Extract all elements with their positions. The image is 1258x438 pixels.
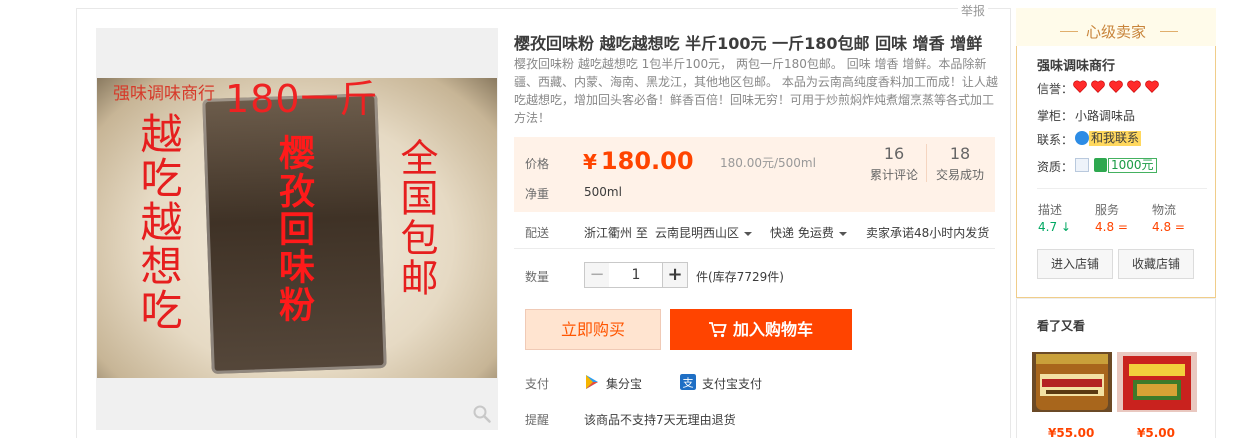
owner-label: 掌柜： bbox=[1037, 109, 1074, 123]
contact-label: 联系： bbox=[1037, 133, 1074, 147]
reminder-text: 该商品不支持7天无理由退货 bbox=[584, 413, 736, 427]
product-title: 樱孜回味粉 越吃越想吃 半斤100元 一斤180包邮 回味 增香 增鲜 bbox=[514, 34, 983, 53]
chevron-down-icon bbox=[744, 231, 753, 236]
product-page: 举报 强味调味商行 180一斤 越吃越想吃 樱孜回味粉 全国包邮 樱孜回味粉 越… bbox=[0, 0, 1258, 438]
deals-label: 交易成功 bbox=[935, 168, 984, 182]
also-viewed-title: 看了又看 bbox=[1037, 319, 1086, 333]
report-link[interactable]: 举报 bbox=[958, 2, 989, 19]
quantity-decrease-button[interactable]: − bbox=[584, 262, 610, 288]
wangwang-icon[interactable] bbox=[1075, 131, 1089, 145]
image-mid-text: 樱孜回味粉 bbox=[273, 134, 314, 324]
reviews-label[interactable]: 累计评论 bbox=[859, 166, 929, 183]
also-viewed-item-1-image[interactable] bbox=[1032, 352, 1112, 412]
stock-text: 件(库存7729件) bbox=[696, 270, 784, 284]
heart-icon bbox=[1127, 80, 1141, 93]
score-service-value: 4.8 = bbox=[1095, 220, 1128, 234]
payment-label: 支付 bbox=[525, 377, 550, 391]
delivery-promise: 卖家承诺48小时内发货 bbox=[866, 226, 990, 240]
image-price-text: 180一斤 bbox=[225, 78, 379, 121]
net-weight-value: 500ml bbox=[584, 185, 622, 199]
jifenbao-icon bbox=[586, 375, 598, 389]
score-logistics-number: 4.8 bbox=[1152, 220, 1172, 234]
reviews-count[interactable]: 16 bbox=[864, 144, 924, 163]
score-logistics-label: 物流 bbox=[1152, 203, 1177, 217]
image-left-text: 越吃越想吃 bbox=[134, 112, 183, 332]
image-right-text: 全国包邮 bbox=[394, 138, 438, 298]
image-store-text: 强味调味商行 bbox=[113, 84, 215, 104]
also-viewed-item-1-price[interactable]: ¥55.00 bbox=[1048, 426, 1094, 438]
owner-name: 小路调味品 bbox=[1075, 109, 1136, 123]
product-image[interactable]: 强味调味商行 180一斤 越吃越想吃 樱孜回味粉 全国包邮 bbox=[97, 78, 497, 378]
score-description-value: 4.7 ↓ bbox=[1038, 220, 1071, 234]
score-logistics-value: 4.8 = bbox=[1152, 220, 1185, 234]
divider bbox=[1037, 188, 1207, 189]
svg-text:支: 支 bbox=[683, 377, 694, 390]
payment-option-alipay: 支付宝支付 bbox=[702, 377, 763, 391]
price-value: ¥180.00 bbox=[583, 147, 694, 175]
buy-now-button[interactable]: 立即购买 bbox=[525, 309, 661, 350]
currency-symbol: ¥ bbox=[583, 150, 597, 174]
deposit-icon[interactable] bbox=[1094, 158, 1107, 172]
heart-icon bbox=[1145, 80, 1159, 93]
shop-name[interactable]: 强味调味商行 bbox=[1037, 55, 1115, 74]
trend-down-icon: ↓ bbox=[1060, 220, 1071, 234]
price-label: 价格 bbox=[525, 157, 550, 171]
quantity-increase-button[interactable]: + bbox=[662, 262, 688, 288]
divider bbox=[1016, 298, 1216, 299]
spice-packet-icon bbox=[1117, 352, 1197, 412]
qualification-label: 资质： bbox=[1037, 160, 1074, 174]
heart-icon bbox=[1073, 80, 1087, 93]
score-description-number: 4.7 bbox=[1038, 220, 1058, 234]
enter-shop-button[interactable]: 进入店铺 bbox=[1037, 249, 1113, 279]
add-to-cart-label: 加入购物车 bbox=[732, 320, 813, 339]
trend-equal-icon: = bbox=[1174, 220, 1185, 234]
id-card-icon[interactable] bbox=[1075, 158, 1089, 172]
quantity-input[interactable] bbox=[609, 262, 663, 288]
seller-level-title: 心级卖家 bbox=[1085, 23, 1146, 41]
add-to-cart-button[interactable]: 加入购物车 bbox=[670, 309, 852, 350]
delivery-label: 配送 bbox=[525, 226, 550, 240]
also-viewed-item-2-price[interactable]: ¥5.00 bbox=[1137, 426, 1175, 438]
also-viewed-item-2-image[interactable] bbox=[1117, 352, 1197, 412]
score-description-label: 描述 bbox=[1038, 203, 1063, 217]
cart-icon bbox=[708, 322, 727, 338]
spice-jar-icon bbox=[1032, 352, 1112, 412]
reminder-label: 提醒 bbox=[525, 413, 550, 427]
delivery-destination[interactable]: 云南昆明西山区 bbox=[655, 224, 753, 241]
price-amount: 180.00 bbox=[600, 147, 694, 175]
heart-icon bbox=[1109, 80, 1123, 93]
method-text: 快递 免运费 bbox=[770, 226, 834, 240]
score-service-number: 4.8 bbox=[1095, 220, 1115, 234]
net-weight-label: 净重 bbox=[525, 187, 550, 201]
zoom-icon[interactable] bbox=[473, 405, 491, 423]
favorite-shop-button[interactable]: 收藏店铺 bbox=[1118, 249, 1194, 279]
divider bbox=[514, 248, 995, 249]
unit-price: 180.00元/500ml bbox=[720, 156, 816, 170]
quantity-label: 数量 bbox=[525, 270, 550, 284]
payment-option-jifenbao: 集分宝 bbox=[606, 377, 643, 391]
trend-equal-icon: = bbox=[1117, 220, 1128, 234]
score-service-label: 服务 bbox=[1095, 203, 1120, 217]
contact-seller-button[interactable]: 和我联系 bbox=[1089, 131, 1142, 146]
deals-count: 18 bbox=[949, 144, 971, 163]
alipay-icon: 支 bbox=[680, 374, 696, 390]
heart-icon bbox=[1091, 80, 1105, 93]
chevron-down-icon bbox=[838, 231, 847, 236]
destination-text: 云南昆明西山区 bbox=[655, 226, 740, 240]
product-description: 樱孜回味粉 越吃越想吃 1包半斤100元， 两包一斤180包邮。 回味 增香 增… bbox=[514, 57, 998, 125]
delivery-from: 浙江衢州 至 bbox=[584, 226, 648, 240]
delivery-method[interactable]: 快递 免运费 bbox=[770, 224, 847, 241]
credit-label: 信誉： bbox=[1037, 82, 1074, 96]
deposit-amount[interactable]: 1000元 bbox=[1108, 158, 1157, 173]
